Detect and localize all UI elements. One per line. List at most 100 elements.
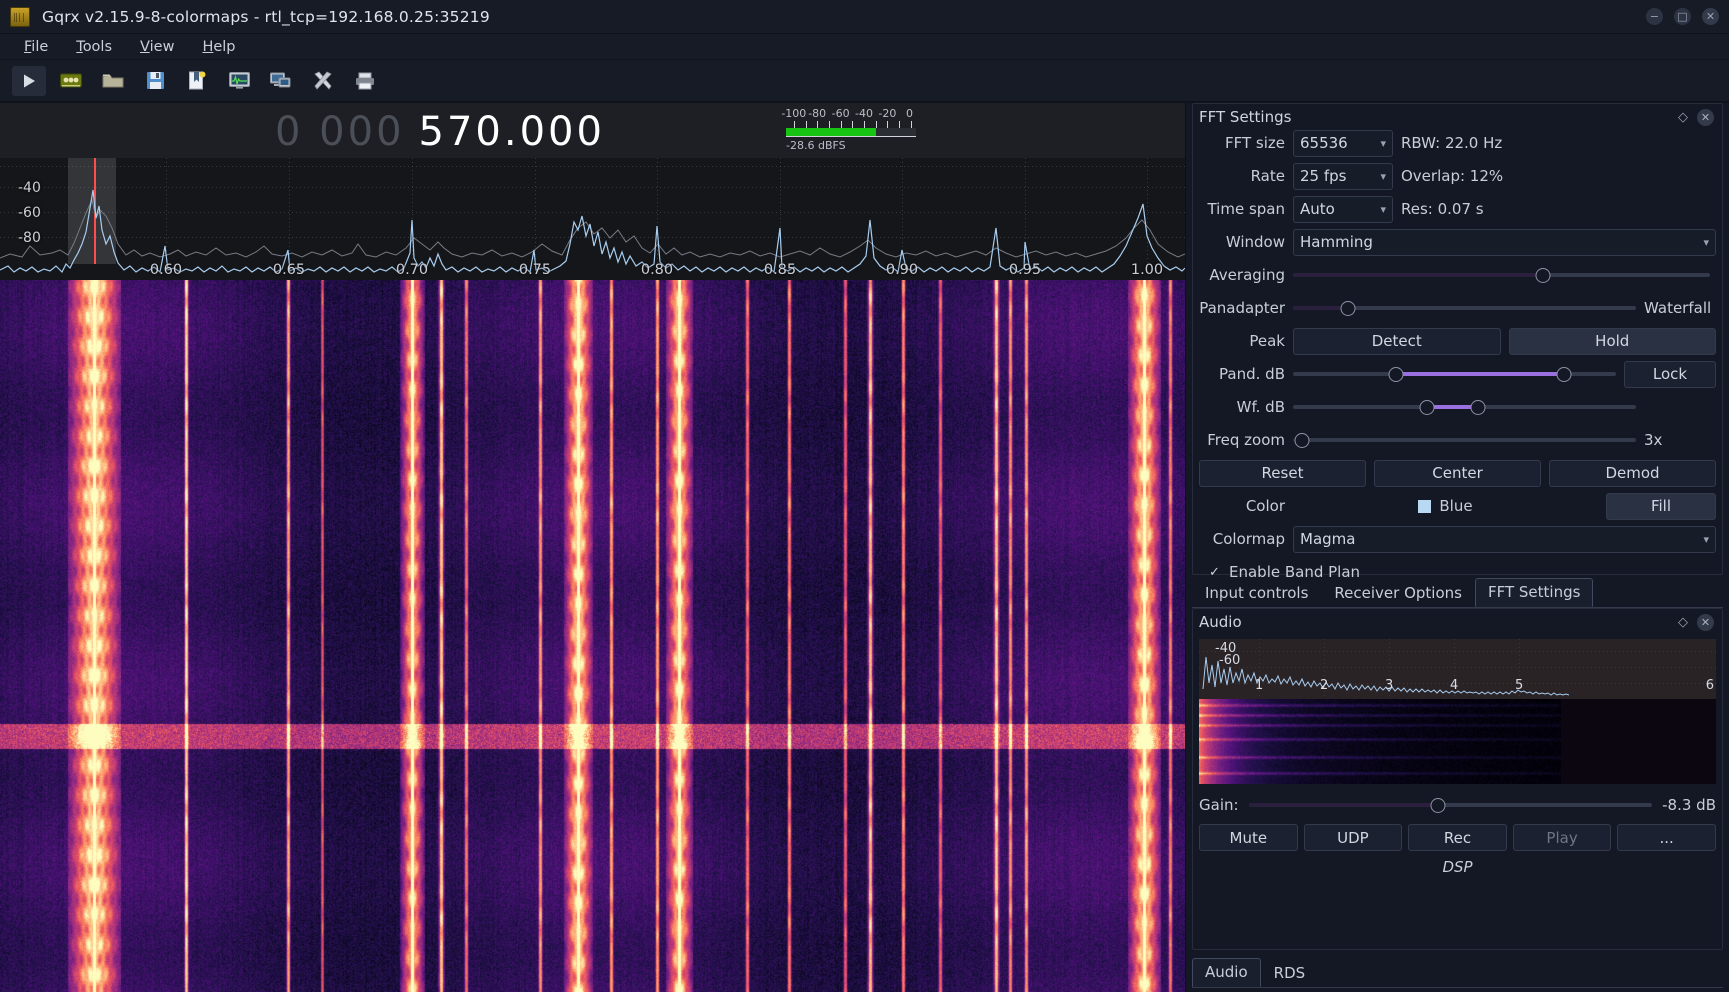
signal-meter: -100 -80 -60 -40 -20 0 -28.6 dBFS xyxy=(781,107,916,152)
wf-db-range-slider[interactable] xyxy=(1293,397,1636,417)
close-icon[interactable]: ✕ xyxy=(1702,8,1719,25)
spectrum-waterfall-area: 0 000 570.000 -100 -80 -60 -40 -20 0 -28… xyxy=(0,103,1185,992)
audio-waterfall-canvas[interactable] xyxy=(1199,699,1561,784)
menu-view[interactable]: View xyxy=(128,36,186,58)
color-swatch[interactable] xyxy=(1418,499,1432,513)
freq-zoom-row: Freq zoom 3x xyxy=(1199,427,1716,453)
spectrum-x-label-4: 0.80 xyxy=(640,262,674,278)
udp-button[interactable]: UDP xyxy=(1303,824,1403,851)
tab-receiver-options[interactable]: Receiver Options xyxy=(1321,579,1475,607)
peak-hold-button[interactable]: Hold xyxy=(1508,327,1716,355)
chevron-down-icon: ▾ xyxy=(1380,202,1386,216)
start-dsp-button[interactable] xyxy=(12,65,46,96)
checkmark-icon: ✓ xyxy=(1209,564,1220,580)
gain-slider[interactable] xyxy=(1248,795,1653,815)
mute-button[interactable]: Mute xyxy=(1199,824,1298,851)
meter-ticks xyxy=(786,121,916,128)
right-dock: FFT Settings ◇ ✕ FFT size 65536 ▾ RBW: 2… xyxy=(1185,103,1729,992)
bookmarks-button[interactable] xyxy=(180,66,214,96)
pand-db-row: Pand. dB Lock xyxy=(1199,360,1716,388)
audio-spectrum-plot[interactable]: -40 -60 1 2 3 4 5 6 xyxy=(1199,639,1716,699)
meter-label-5: 0 xyxy=(906,107,913,120)
more-options-button[interactable]: ... xyxy=(1617,824,1716,851)
reset-button[interactable]: Reset xyxy=(1199,459,1366,487)
freq-zoom-slider[interactable] xyxy=(1293,430,1636,450)
tab-fft-settings[interactable]: FFT Settings xyxy=(1474,578,1594,607)
tools-icon[interactable] xyxy=(306,66,340,96)
meter-label-3: -40 xyxy=(855,107,873,120)
colormap-value: Magma xyxy=(1300,530,1356,548)
gain-label: Gain: xyxy=(1199,796,1239,814)
rate-select[interactable]: 25 fps ▾ xyxy=(1293,162,1393,190)
window-controls: − □ ✕ xyxy=(1646,8,1719,25)
fft-panel-titlebar: FFT Settings ◇ ✕ xyxy=(1193,104,1722,130)
spectrum-x-label-3: 0.75 xyxy=(518,262,552,278)
iq-recorder-button[interactable] xyxy=(222,66,256,96)
audio-x-label-3: 4 xyxy=(1450,678,1459,693)
configure-device-button[interactable] xyxy=(54,66,88,96)
waterfall-canvas[interactable] xyxy=(0,280,1185,992)
spectrum-x-label-1: 0.65 xyxy=(272,262,306,278)
spectrum-x-label-6: 0.90 xyxy=(885,262,919,278)
tab-input-controls[interactable]: Input controls xyxy=(1192,579,1321,607)
close-icon[interactable]: ✕ xyxy=(1697,613,1714,631)
menu-file[interactable]: File xyxy=(12,36,60,58)
fill-button[interactable]: Fill xyxy=(1606,492,1716,520)
close-icon[interactable]: ✕ xyxy=(1697,108,1714,126)
print-button[interactable] xyxy=(348,66,382,96)
color-label: Color xyxy=(1245,497,1285,515)
pand-db-label: Pand. dB xyxy=(1219,365,1285,383)
minimize-icon[interactable]: − xyxy=(1646,8,1663,25)
fft-settings-panel: FFT Settings ◇ ✕ FFT size 65536 ▾ RBW: 2… xyxy=(1192,103,1723,581)
audio-x-label-0: 1 xyxy=(1255,678,1264,693)
audio-x-label-1: 2 xyxy=(1320,678,1329,693)
frequency-display[interactable]: 0 000 570.000 xyxy=(275,109,605,155)
frequency-value: 570.000 xyxy=(418,109,605,155)
colormap-select[interactable]: Magma ▾ xyxy=(1293,525,1716,553)
panadapter-row: Panadapter Waterfall xyxy=(1199,295,1716,321)
meter-label-1: -80 xyxy=(808,107,827,120)
save-settings-button[interactable] xyxy=(138,66,172,96)
rbw-info: RBW: 22.0 Hz xyxy=(1401,134,1503,152)
meter-label-4: -20 xyxy=(878,107,897,120)
fft-size-select[interactable]: 65536 ▾ xyxy=(1293,129,1393,157)
tab-audio[interactable]: Audio xyxy=(1192,958,1261,987)
audio-buttons-row: Mute UDP Rec Play ... xyxy=(1199,824,1716,851)
peak-detect-button[interactable]: Detect xyxy=(1293,327,1501,355)
spectrum-x-label-2: 0.70 xyxy=(395,262,429,278)
demod-button[interactable]: Demod xyxy=(1549,459,1716,487)
waterfall-display[interactable] xyxy=(0,280,1185,992)
freq-zoom-label: Freq zoom xyxy=(1207,431,1285,449)
wf-db-label: Wf. dB xyxy=(1236,398,1285,416)
load-settings-button[interactable] xyxy=(96,66,130,96)
rate-row: Rate 25 fps ▾ Overlap: 12% xyxy=(1199,162,1716,190)
window-select[interactable]: Hamming ▾ xyxy=(1293,228,1716,256)
center-button[interactable]: Center xyxy=(1374,459,1541,487)
window-row: Window Hamming ▾ xyxy=(1199,228,1716,256)
menu-tools[interactable]: Tools xyxy=(64,36,124,58)
meter-bar-fill xyxy=(786,128,876,136)
panadapter-slider[interactable] xyxy=(1293,298,1636,318)
audio-panel-title: Audio xyxy=(1199,613,1242,631)
averaging-slider[interactable] xyxy=(1293,265,1710,285)
maximize-icon[interactable]: □ xyxy=(1674,8,1691,25)
time-span-row: Time span Auto ▾ Res: 0.07 s xyxy=(1199,195,1716,223)
audio-x-label-2: 3 xyxy=(1385,678,1394,693)
window-title: Gqrx v2.15.9-8-colormaps - rtl_tcp=192.1… xyxy=(42,7,490,26)
pand-lock-button[interactable]: Lock xyxy=(1624,360,1716,388)
time-span-select[interactable]: Auto ▾ xyxy=(1293,195,1393,223)
tab-rds[interactable]: RDS xyxy=(1261,959,1319,987)
peak-label: Peak xyxy=(1249,332,1285,350)
meter-label-2: -60 xyxy=(831,107,850,120)
menu-help[interactable]: Help xyxy=(190,36,247,58)
pand-db-range-slider[interactable] xyxy=(1293,364,1616,384)
audio-waterfall[interactable] xyxy=(1199,699,1716,784)
float-icon[interactable]: ◇ xyxy=(1678,110,1688,125)
rf-spectrum-plot[interactable]: -40 -60 -80 0.60 0.65 0.70 0.75 0.80 0.8… xyxy=(0,158,1185,280)
frequency-leading-zeros: 0 000 xyxy=(275,109,405,155)
spectrum-x-label-8: 1.00 xyxy=(1130,262,1164,278)
averaging-label: Averaging xyxy=(1209,266,1285,284)
rec-button[interactable]: Rec xyxy=(1408,824,1507,851)
float-icon[interactable]: ◇ xyxy=(1678,615,1688,630)
remote-control-button[interactable] xyxy=(264,66,298,96)
